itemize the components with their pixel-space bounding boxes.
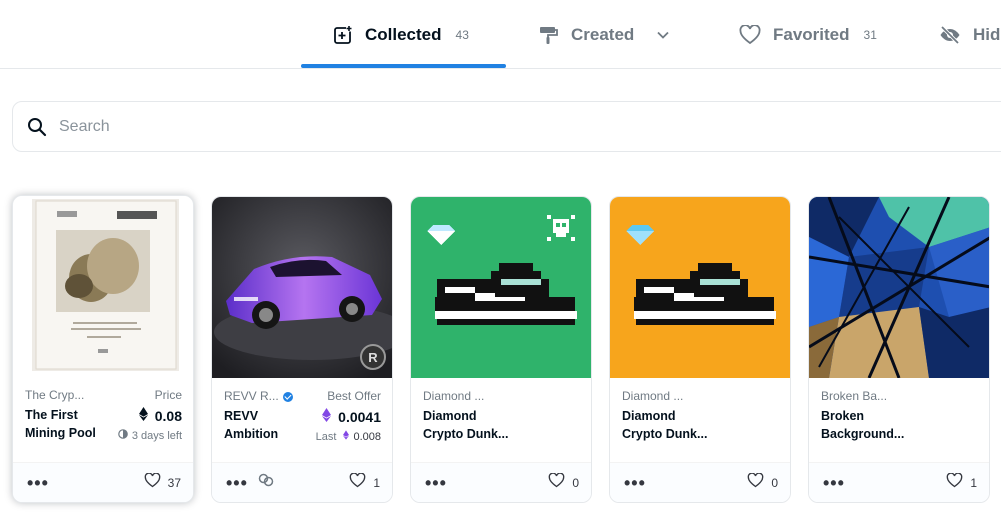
paint-roller-icon bbox=[539, 25, 559, 45]
tab-created[interactable]: Created bbox=[539, 0, 670, 69]
nft-card[interactable]: The Cryp... The First Mining Pool Price … bbox=[12, 195, 194, 503]
nft-name-line2: Crypto Dunk... bbox=[622, 427, 708, 441]
heart-icon bbox=[144, 471, 161, 493]
collection-name[interactable]: REVV R... bbox=[224, 389, 293, 403]
active-tab-indicator bbox=[301, 64, 506, 68]
nft-image[interactable] bbox=[13, 196, 193, 377]
collection-name[interactable]: Broken Ba... bbox=[821, 389, 904, 403]
verified-badge-icon bbox=[282, 391, 293, 402]
tab-hidden[interactable]: Hid bbox=[939, 0, 1000, 69]
tab-label: Favorited bbox=[773, 24, 850, 44]
nft-image[interactable]: R bbox=[212, 197, 392, 378]
last-sale-label: Last bbox=[315, 430, 337, 443]
nft-image[interactable] bbox=[610, 197, 790, 378]
nft-info: The Cryp... The First Mining Pool Price … bbox=[13, 377, 193, 463]
nft-name-line2: Crypto Dunk... bbox=[423, 427, 509, 441]
nft-info: Broken Ba... Broken Background... bbox=[809, 378, 989, 464]
more-options-icon[interactable]: ••• bbox=[624, 474, 646, 492]
collection-name[interactable]: Diamond ... bbox=[423, 389, 508, 403]
last-sale: Last 0.008 bbox=[316, 430, 381, 443]
price-amount: 0.0041 bbox=[338, 408, 381, 425]
search-bar[interactable] bbox=[12, 101, 1001, 152]
card-footer: ••• 0 bbox=[610, 462, 790, 502]
nft-name: REVV bbox=[224, 409, 259, 423]
price-label: Best Offer bbox=[327, 389, 381, 403]
card-footer: ••• 0 bbox=[411, 462, 591, 502]
search-icon bbox=[27, 117, 47, 137]
eye-off-icon bbox=[939, 25, 961, 45]
nft-info: Diamond ... Diamond Crypto Dunk... bbox=[411, 378, 591, 464]
last-sale-amount: 0.008 bbox=[353, 430, 381, 443]
heart-icon bbox=[747, 471, 764, 493]
tab-count: 43 bbox=[455, 27, 469, 42]
nft-name-line2: Mining Pool bbox=[25, 426, 96, 440]
nft-name-line2: Background... bbox=[821, 427, 905, 441]
favorite-count: 0 bbox=[572, 475, 579, 490]
collection-name[interactable]: The Cryp... bbox=[25, 388, 96, 402]
tab-label: Hid bbox=[973, 24, 1001, 44]
profile-tabs: Collected 43 Created Favorited 31 Hid bbox=[0, 0, 1001, 69]
favorite-count: 0 bbox=[771, 475, 778, 490]
eth-icon bbox=[138, 407, 148, 424]
more-options-icon[interactable]: ••• bbox=[226, 474, 248, 492]
clock-icon bbox=[118, 429, 128, 442]
image-plus-icon bbox=[333, 25, 353, 45]
tab-count: 31 bbox=[863, 27, 877, 42]
weth-icon bbox=[322, 408, 332, 425]
nft-name-line2: Ambition bbox=[224, 427, 279, 441]
nft-image[interactable] bbox=[411, 197, 591, 378]
more-options-icon[interactable]: ••• bbox=[425, 474, 447, 492]
heart-icon bbox=[349, 471, 366, 493]
price-label: Price bbox=[154, 388, 182, 402]
tab-label: Created bbox=[571, 24, 635, 44]
nft-image[interactable] bbox=[809, 197, 989, 378]
tab-label: Collected bbox=[365, 24, 442, 44]
favorite-button[interactable]: 1 bbox=[946, 471, 977, 493]
nft-card[interactable]: Diamond ... Diamond Crypto Dunk... ••• 0 bbox=[609, 196, 791, 503]
favorite-count: 1 bbox=[970, 475, 977, 490]
favorite-button[interactable]: 0 bbox=[747, 471, 778, 493]
chevron-down-icon[interactable] bbox=[656, 28, 670, 42]
favorite-button[interactable]: 37 bbox=[144, 471, 181, 493]
svg-text:R: R bbox=[368, 350, 378, 365]
nft-info: REVV R... REVV Ambition Best Offer 0.004… bbox=[212, 378, 392, 464]
nft-name: Diamond bbox=[423, 409, 477, 423]
nft-card[interactable]: R REVV R... REVV Ambition Best Offer 0.0… bbox=[211, 196, 393, 503]
favorite-button[interactable]: 0 bbox=[548, 471, 579, 493]
heart-icon bbox=[548, 471, 565, 493]
nft-name: The First bbox=[25, 408, 78, 422]
favorite-count: 1 bbox=[373, 475, 380, 490]
heart-icon bbox=[946, 471, 963, 493]
nft-card[interactable]: Diamond ... Diamond Crypto Dunk... ••• 0 bbox=[410, 196, 592, 503]
more-options-icon[interactable]: ••• bbox=[27, 474, 49, 492]
link-icon[interactable] bbox=[258, 473, 274, 492]
tab-favorited[interactable]: Favorited 31 bbox=[739, 0, 877, 69]
favorite-count: 37 bbox=[167, 475, 181, 490]
nft-name: Broken bbox=[821, 409, 865, 423]
price-amount: 0.08 bbox=[154, 407, 182, 424]
nft-name: Diamond bbox=[622, 409, 676, 423]
time-left-text: 3 days left bbox=[131, 429, 182, 442]
card-footer: ••• 1 bbox=[809, 462, 989, 502]
price-value: 0.08 bbox=[118, 407, 182, 424]
search-input[interactable] bbox=[59, 117, 659, 136]
more-options-icon[interactable]: ••• bbox=[823, 474, 845, 492]
time-left: 3 days left bbox=[118, 429, 182, 442]
collection-name[interactable]: Diamond ... bbox=[622, 389, 707, 403]
card-footer: ••• 37 bbox=[13, 462, 193, 502]
eth-small-icon bbox=[343, 430, 350, 443]
nft-card[interactable]: Broken Ba... Broken Background... ••• 1 bbox=[808, 196, 990, 503]
price-value: 0.0041 bbox=[316, 408, 381, 425]
heart-icon bbox=[739, 24, 761, 45]
nft-info: Diamond ... Diamond Crypto Dunk... bbox=[610, 378, 790, 464]
tab-collected[interactable]: Collected 43 bbox=[333, 0, 469, 69]
card-footer: ••• 1 bbox=[212, 462, 392, 502]
favorite-button[interactable]: 1 bbox=[349, 471, 380, 493]
